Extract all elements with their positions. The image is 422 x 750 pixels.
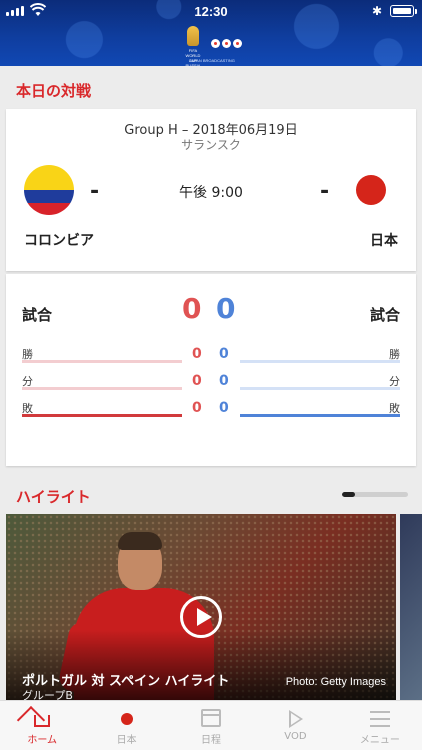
stat-home-value: 0: [192, 346, 202, 362]
tab-menu[interactable]: メニュー: [338, 701, 422, 750]
kickoff-time: 午後 9:00: [179, 185, 243, 201]
stat-away-value: 0: [219, 373, 229, 389]
stat-bar-home: [22, 414, 182, 417]
next-video-card[interactable]: [400, 514, 422, 700]
tab-label: メニュー: [359, 735, 400, 746]
world-cup-logo-text: FIFA WORLD CUP RUSSIA 2018: [185, 48, 201, 66]
carousel-progress-indicator: [342, 492, 408, 497]
stat-row-draws: 分 0 0 分: [6, 373, 416, 395]
tab-schedule[interactable]: 日程: [169, 701, 253, 750]
battery-icon: [390, 5, 417, 17]
play-icon: [289, 710, 304, 728]
app-header: 12:30 ✱ FIFA WORLD CUP RUSSIA 2018 JAPAN…: [0, 0, 422, 66]
tab-home[interactable]: ホーム: [0, 701, 84, 750]
stat-home-value: 0: [192, 373, 202, 389]
stat-bar-away: [240, 414, 400, 417]
match-venue: サランスク: [181, 138, 241, 152]
tab-label: VOD: [284, 731, 307, 742]
video-subtitle: グループB: [22, 689, 73, 700]
tab-label: ホーム: [27, 735, 58, 746]
stat-row-wins: 勝 0 0 勝: [6, 346, 416, 368]
status-bar: 12:30 ✱: [0, 0, 422, 22]
home-icon: [34, 715, 51, 727]
japan-flag-icon: [120, 713, 133, 725]
header-logos: FIFA WORLD CUP RUSSIA 2018: [181, 26, 242, 66]
bottom-tab-bar: ホーム 日本 日程 VOD メニュー: [0, 700, 422, 750]
status-time: 12:30: [194, 4, 228, 19]
stat-away-value: 0: [219, 400, 229, 416]
match-card[interactable]: Group H – 2018年06月19日 サランスク - 午後 9:00 - …: [6, 109, 416, 271]
photo-credit: Photo: Getty Images: [285, 676, 386, 688]
stat-bar-away: [240, 360, 400, 363]
stat-home-value: 0: [192, 400, 202, 416]
highlights-section-title: ハイライト: [16, 488, 91, 506]
bluetooth-icon: ✱: [372, 4, 383, 18]
highlight-video-card[interactable]: ポルトガル 対 スペイン ハイライト グループB Photo: Getty Im…: [6, 514, 396, 700]
nhk-logo: [211, 38, 242, 48]
stat-bar-home: [22, 387, 182, 390]
japan-flag-icon: [356, 175, 386, 205]
today-section-title: 本日の対戦: [16, 82, 92, 100]
calendar-icon: [201, 709, 222, 727]
broadcaster-subtitle: JAPAN BROADCASTING: [189, 58, 235, 63]
away-score: -: [320, 179, 330, 204]
stat-away-value: 0: [219, 346, 229, 362]
home-games-count: 0: [182, 292, 202, 325]
tab-label: 日本: [116, 735, 137, 746]
away-team-name: 日本: [370, 233, 398, 249]
home-team-name: コロンビア: [24, 233, 94, 249]
games-label-left: 試合: [22, 306, 53, 324]
play-icon[interactable]: [180, 596, 222, 638]
menu-icon: [369, 711, 390, 727]
stat-bar-home: [22, 360, 182, 363]
away-games-count: 0: [216, 292, 236, 325]
world-cup-logo: FIFA WORLD CUP RUSSIA 2018: [181, 26, 205, 66]
stat-bar-away: [240, 387, 400, 390]
tab-japan[interactable]: 日本: [84, 701, 168, 750]
stat-row-losses: 敗 0 0 敗: [6, 400, 416, 422]
head-to-head-card: 試合 0 0 試合 勝 0 0 勝 分 0 0 分 敗 0 0 敗: [6, 274, 416, 466]
tab-label: 日程: [201, 735, 222, 746]
tab-vod[interactable]: VOD: [253, 701, 337, 750]
games-label-right: 試合: [369, 306, 400, 324]
